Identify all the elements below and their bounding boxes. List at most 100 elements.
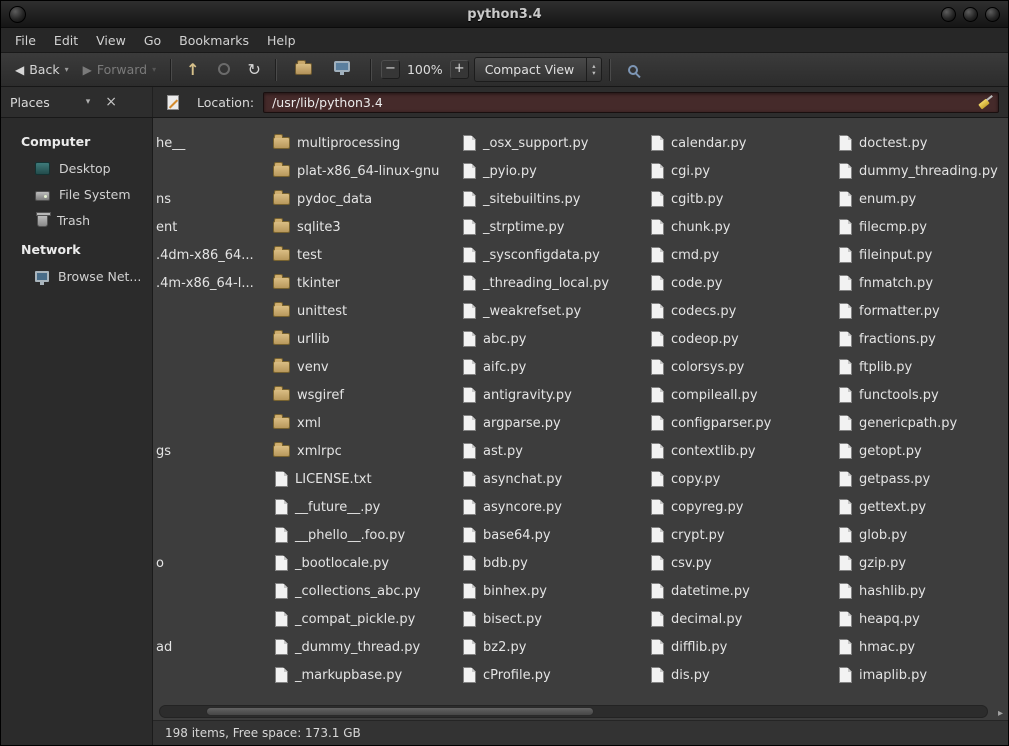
file-item[interactable]: genericpath.py — [837, 410, 957, 436]
file-item[interactable]: heapq.py — [837, 606, 920, 632]
file-item[interactable]: base64.py — [461, 522, 551, 548]
file-item[interactable]: xmlrpc — [273, 438, 342, 464]
file-item[interactable]: code.py — [649, 270, 722, 296]
menu-item-edit[interactable]: Edit — [45, 28, 87, 53]
file-item[interactable]: he__ — [156, 130, 185, 156]
file-item[interactable]: wsgiref — [273, 382, 344, 408]
file-item[interactable]: colorsys.py — [649, 354, 744, 380]
file-item[interactable]: cProfile.py — [461, 662, 551, 688]
file-item[interactable]: copyreg.py — [649, 494, 743, 520]
file-item[interactable]: dis.py — [649, 662, 710, 688]
up-button[interactable]: ↑ — [179, 58, 206, 82]
file-item[interactable]: copy.py — [649, 466, 720, 492]
file-item[interactable]: hashlib.py — [837, 578, 926, 604]
menu-item-help[interactable]: Help — [258, 28, 305, 53]
file-item[interactable]: ent — [156, 214, 177, 240]
file-item[interactable]: bisect.py — [461, 606, 542, 632]
file-item[interactable]: glob.py — [837, 522, 907, 548]
file-item[interactable]: multiprocessing — [273, 130, 400, 156]
file-item[interactable]: chunk.py — [649, 214, 730, 240]
file-item[interactable]: venv — [273, 354, 329, 380]
back-button[interactable]: ◀ Back ▾ — [8, 58, 76, 81]
file-item[interactable]: asyncore.py — [461, 494, 562, 520]
file-item[interactable]: aifc.py — [461, 354, 526, 380]
file-item[interactable]: ast.py — [461, 438, 523, 464]
minimize-button[interactable] — [941, 7, 956, 22]
file-item[interactable]: codeop.py — [649, 326, 739, 352]
file-item[interactable]: gettext.py — [837, 494, 926, 520]
file-item[interactable]: doctest.py — [837, 130, 927, 156]
file-item[interactable]: LICENSE.txt — [273, 466, 372, 492]
menu-item-go[interactable]: Go — [135, 28, 170, 53]
file-item[interactable]: __future__.py — [273, 494, 380, 520]
file-item[interactable]: gzip.py — [837, 550, 906, 576]
file-item[interactable]: formatter.py — [837, 298, 940, 324]
view-mode-spinner[interactable]: ▴ ▾ — [586, 58, 600, 81]
file-item[interactable]: enum.py — [837, 186, 916, 212]
file-item[interactable]: xml — [273, 410, 321, 436]
file-item[interactable]: __phello__.foo.py — [273, 522, 405, 548]
scroll-right-arrow[interactable]: ▸ — [998, 708, 1003, 719]
file-item[interactable]: getopt.py — [837, 438, 922, 464]
clean-icon[interactable] — [978, 96, 993, 109]
open-terminal-button[interactable] — [323, 58, 363, 82]
file-item[interactable]: test — [273, 242, 322, 268]
file-item[interactable]: _markupbase.py — [273, 662, 402, 688]
scrollbar-thumb[interactable] — [206, 707, 594, 716]
places-dropdown-icon[interactable]: ▾ — [86, 97, 91, 107]
location-input[interactable] — [263, 92, 999, 113]
file-item[interactable]: .4m-x86_64-l... — [156, 270, 254, 296]
file-item[interactable]: cgitb.py — [649, 186, 723, 212]
view-mode-select[interactable]: Compact View ▴ ▾ — [474, 57, 602, 82]
file-item[interactable]: .4dm-x86_64... — [156, 242, 254, 268]
file-item[interactable]: getpass.py — [837, 466, 930, 492]
file-item[interactable]: _compat_pickle.py — [273, 606, 415, 632]
file-item[interactable]: _pyio.py — [461, 158, 537, 184]
file-item[interactable]: configparser.py — [649, 410, 771, 436]
file-item[interactable]: pydoc_data — [273, 186, 372, 212]
file-item[interactable]: argparse.py — [461, 410, 561, 436]
file-item[interactable]: asynchat.py — [461, 466, 562, 492]
file-item[interactable]: _osx_support.py — [461, 130, 588, 156]
sidebar-item-file-system[interactable]: File System — [1, 182, 152, 208]
file-item[interactable]: _sitebuiltins.py — [461, 186, 581, 212]
file-item[interactable]: crypt.py — [649, 522, 725, 548]
file-item[interactable]: plat-x86_64-linux-gnu — [273, 158, 439, 184]
file-item[interactable]: cmd.py — [649, 242, 719, 268]
zoom-in-button[interactable]: + — [450, 60, 469, 79]
file-item[interactable]: _threading_local.py — [461, 270, 609, 296]
file-item[interactable]: unittest — [273, 298, 347, 324]
file-item[interactable]: bdb.py — [461, 550, 528, 576]
zoom-out-button[interactable]: − — [381, 60, 400, 79]
file-item[interactable]: difflib.py — [649, 634, 727, 660]
file-item[interactable]: bz2.py — [461, 634, 526, 660]
file-item[interactable]: csv.py — [649, 550, 712, 576]
file-item[interactable]: fractions.py — [837, 326, 936, 352]
file-item[interactable]: _bootlocale.py — [273, 550, 389, 576]
file-item[interactable]: ftplib.py — [837, 354, 912, 380]
file-item[interactable]: o — [156, 550, 164, 576]
file-item[interactable]: _dummy_thread.py — [273, 634, 420, 660]
file-item[interactable]: dummy_threading.py — [837, 158, 998, 184]
new-tab-button[interactable] — [284, 58, 323, 82]
search-icon[interactable] — [628, 65, 638, 75]
file-item[interactable]: gs — [156, 438, 171, 464]
file-item[interactable]: binhex.py — [461, 578, 547, 604]
file-item[interactable]: imaplib.py — [837, 662, 927, 688]
file-item[interactable]: _collections_abc.py — [273, 578, 421, 604]
file-item[interactable]: ns — [156, 186, 171, 212]
file-item[interactable]: cgi.py — [649, 158, 710, 184]
file-item[interactable]: sqlite3 — [273, 214, 341, 240]
file-item[interactable]: _sysconfigdata.py — [461, 242, 600, 268]
file-item[interactable]: decimal.py — [649, 606, 742, 632]
file-item[interactable]: tkinter — [273, 270, 340, 296]
sidebar-item-trash[interactable]: Trash — [1, 208, 152, 234]
menu-item-file[interactable]: File — [6, 28, 45, 53]
file-item[interactable]: _strptime.py — [461, 214, 564, 240]
file-item[interactable]: hmac.py — [837, 634, 915, 660]
places-close-icon[interactable]: × — [105, 94, 117, 110]
file-item[interactable]: contextlib.py — [649, 438, 756, 464]
file-item[interactable]: urllib — [273, 326, 330, 352]
horizontal-scrollbar[interactable] — [159, 705, 988, 718]
file-item[interactable]: filecmp.py — [837, 214, 927, 240]
